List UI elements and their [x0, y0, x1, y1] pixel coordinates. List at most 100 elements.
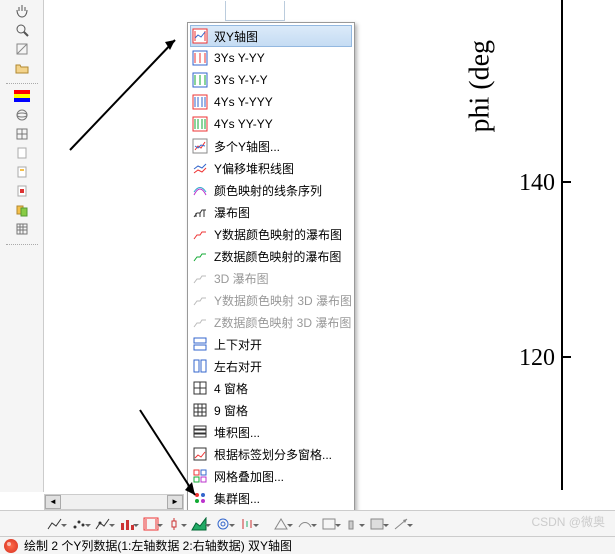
waterfall-y-icon [192, 226, 208, 242]
menu-label: 9 窗格 [214, 402, 248, 419]
vector-plot-button[interactable] [390, 514, 412, 534]
horizontal-scrollbar[interactable]: ◄ ► [44, 494, 184, 510]
triple-y2-icon [192, 72, 208, 88]
menu-item-waterfall-z[interactable]: Z数据颜色映射的瀑布图 [190, 245, 352, 267]
table-grid-icon[interactable] [13, 220, 31, 238]
menu-label: Z数据颜色映射 3D 瀑布图 [214, 314, 351, 331]
waterfall-z-icon [192, 248, 208, 264]
menu-label: 4Ys Y-YYY [214, 95, 273, 109]
annotation-arrow-icon [60, 30, 190, 160]
stock-plot-button[interactable] [236, 514, 258, 534]
menu-item-vert-panel[interactable]: 上下对开 [190, 333, 352, 355]
globe-icon[interactable] [13, 106, 31, 124]
box-plot-button[interactable] [164, 514, 186, 534]
yellow-green-icon[interactable] [13, 201, 31, 219]
multi-y-button[interactable] [140, 514, 162, 534]
menu-label: 堆积图... [214, 424, 260, 441]
menu-item-offset-stack[interactable]: Y偏移堆积线图 [190, 157, 352, 179]
double-y-icon [192, 28, 208, 44]
offset-stack-icon [192, 160, 208, 176]
menu-item-horiz-panel[interactable]: 左右对开 [190, 355, 352, 377]
menu-item-4ys-yyyy[interactable]: 4Ys Y-YYY [190, 91, 352, 113]
horiz-panel-icon [192, 358, 208, 374]
menu-item-double-y[interactable]: 双Y轴图 [190, 25, 352, 47]
menu-item-multi-y[interactable]: 多个Y轴图... [190, 135, 352, 157]
menu-label: Y数据颜色映射 3D 瀑布图 [214, 292, 352, 309]
page-red-icon[interactable] [13, 182, 31, 200]
waterfall-icon [192, 204, 208, 220]
line-plot-button[interactable] [44, 514, 66, 534]
menu-item-3d-waterfall-y: Y数据颜色映射 3D 瀑布图 [190, 289, 352, 311]
menu-label: 集群图... [214, 490, 260, 507]
status-indicator-icon [4, 539, 18, 553]
menu-item-colormap-lines[interactable]: 颜色映射的线条序列 [190, 179, 352, 201]
status-text: 绘制 2 个Y列数据(1:左轴数据 2:右轴数据) 双Y轴图 [24, 537, 292, 554]
grid-window-icon[interactable] [13, 125, 31, 143]
menu-item-grid-stack[interactable]: 网格叠加图... [190, 465, 352, 487]
area-plot-button[interactable] [188, 514, 210, 534]
bottom-plot-toolbar [0, 510, 615, 536]
menu-label: 网格叠加图... [214, 468, 284, 485]
scroll-right-button[interactable]: ► [167, 495, 183, 509]
menu-item-3d-waterfall-z: Z数据颜色映射 3D 瀑布图 [190, 311, 352, 333]
rescale-icon[interactable] [13, 40, 31, 58]
multi-y-icon [192, 138, 208, 154]
colormap-lines-icon [192, 182, 208, 198]
menu-item-stack[interactable]: 堆积图... [190, 421, 352, 443]
tick-mark [561, 356, 571, 358]
menu-item-3ys-yyy[interactable]: 3Ys Y-YY [190, 47, 352, 69]
image-plot-button[interactable] [366, 514, 388, 534]
watermark-text: CSDN @微奥 [531, 513, 605, 530]
menu-label: 多个Y轴图... [214, 138, 280, 155]
menu-item-4panel[interactable]: 4 窗格 [190, 377, 352, 399]
y-tick-140: 140 [519, 170, 555, 197]
menu-label: Z数据颜色映射的瀑布图 [214, 248, 341, 265]
menu-item-4ys-yyyy2[interactable]: 4Ys YY-YY [190, 113, 352, 135]
menu-label: 3D 瀑布图 [214, 270, 269, 287]
tick-mark [561, 181, 571, 183]
multi-y-plot-menu: 双Y轴图 3Ys Y-YY 3Ys Y-Y-Y 4Ys Y-YYY 4Ys YY… [187, 22, 355, 512]
3d-scatter-button[interactable] [270, 514, 292, 534]
menu-label: 4 窗格 [214, 380, 248, 397]
3d-bar-button[interactable] [342, 514, 364, 534]
scatter-plot-button[interactable] [68, 514, 90, 534]
menu-label: 双Y轴图 [214, 28, 258, 45]
triple-y-icon [192, 50, 208, 66]
window-fragment [225, 1, 285, 21]
column-plot-button[interactable] [116, 514, 138, 534]
menu-label: Y数据颜色映射的瀑布图 [214, 226, 342, 243]
menu-item-waterfall-y[interactable]: Y数据颜色映射的瀑布图 [190, 223, 352, 245]
menu-label: Y偏移堆积线图 [214, 160, 294, 177]
menu-item-3d-waterfall: 3D 瀑布图 [190, 267, 352, 289]
menu-label: 3Ys Y-Y-Y [214, 73, 268, 87]
waterfall-3d-icon [192, 270, 208, 286]
status-bar: 绘制 2 个Y列数据(1:左轴数据 2:右轴数据) 双Y轴图 [0, 536, 615, 554]
quad-y2-icon [192, 116, 208, 132]
menu-item-cluster[interactable]: 集群图... [190, 487, 352, 509]
plot-area: phi (deg 140 120 [355, 0, 615, 490]
menu-item-3ys-yyy2[interactable]: 3Ys Y-Y-Y [190, 69, 352, 91]
menu-label: 4Ys YY-YY [214, 117, 273, 131]
waterfall-3dz-icon [192, 314, 208, 330]
color-palette-icon[interactable] [13, 87, 31, 105]
waterfall-3dy-icon [192, 292, 208, 308]
menu-item-trellis[interactable]: 根据标签划分多窗格... [190, 443, 352, 465]
contour-plot-button[interactable] [212, 514, 234, 534]
folder-icon[interactable] [13, 59, 31, 77]
menu-label: 上下对开 [214, 336, 262, 353]
3d-surface-button[interactable] [294, 514, 316, 534]
page-empty-icon[interactable] [13, 144, 31, 162]
toolbar-separator [6, 80, 38, 84]
pan-tool-icon[interactable] [13, 2, 31, 20]
menu-item-waterfall[interactable]: 瀑布图 [190, 201, 352, 223]
line-symbol-button[interactable] [92, 514, 114, 534]
menu-label: 根据标签划分多窗格... [214, 446, 332, 463]
menu-item-9panel[interactable]: 9 窗格 [190, 399, 352, 421]
menu-label: 瀑布图 [214, 204, 250, 221]
page-data-icon[interactable] [13, 163, 31, 181]
y-axis-line [561, 0, 563, 490]
quad-y-icon [192, 94, 208, 110]
zoom-tool-icon[interactable] [13, 21, 31, 39]
scroll-left-button[interactable]: ◄ [45, 495, 61, 509]
3d-wire-button[interactable] [318, 514, 340, 534]
